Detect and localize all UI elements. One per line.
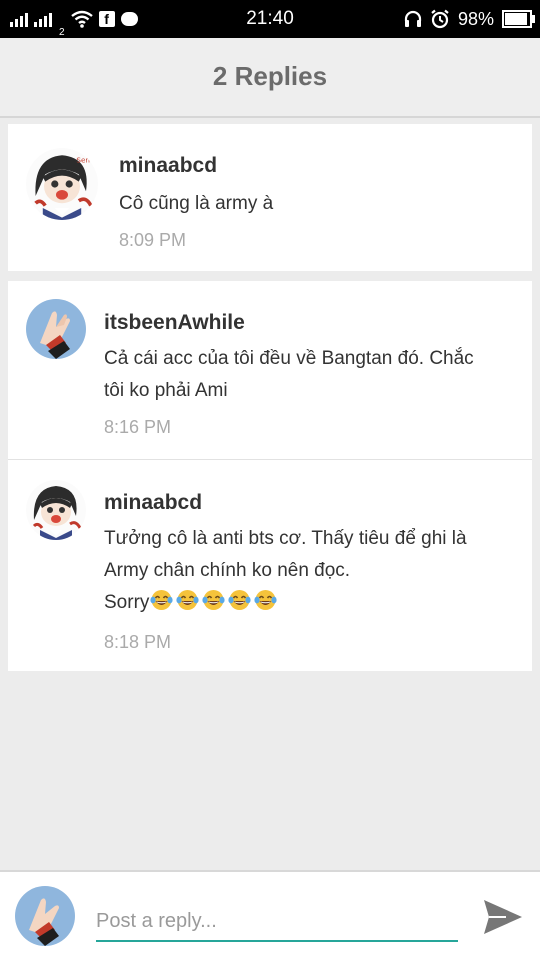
avatar[interactable]: Sen: [26, 148, 98, 220]
hands-avatar-icon: [15, 886, 75, 946]
reply-text-line: Cả cái acc của tôi đều về Bangtan đó. Ch…: [104, 348, 474, 369]
username[interactable]: minaabcd: [104, 491, 202, 515]
avatar[interactable]: [26, 299, 86, 359]
tears-of-joy-emoji: [228, 590, 252, 610]
reply-text-line-with-emoji: Sorry: [104, 587, 279, 623]
tears-of-joy-emoji: [254, 590, 278, 610]
headset-icon: [404, 10, 422, 27]
reply-text-line: Tưởng cô là anti bts cơ. Thấy tiêu để gh…: [104, 528, 467, 549]
timestamp: 8:09 PM: [119, 230, 187, 250]
tears-of-joy-emoji: [202, 590, 226, 610]
list-item: itsbeenAwhile Cả cái acc của tôi đều về …: [8, 281, 532, 459]
battery-icon: [502, 10, 535, 28]
tears-of-joy-emoji-row: [149, 588, 279, 623]
page-title: 2 Replies: [0, 38, 540, 118]
username[interactable]: minaabcd: [119, 154, 217, 178]
username[interactable]: itsbeenAwhile: [104, 311, 245, 335]
tears-of-joy-emoji: [150, 590, 174, 610]
anime-girl-avatar-icon: Sen: [26, 148, 98, 220]
reply-text-line: Army chân chính ko nên đọc.: [104, 560, 351, 581]
reply-input[interactable]: [96, 902, 458, 942]
battery-percent: 98%: [457, 8, 494, 29]
parent-comment-card: Sen minaabcd Cô cũng là army à 8:09 PM: [8, 124, 532, 271]
tears-of-joy-emoji: [176, 590, 200, 610]
list-item: minaabcd Tưởng cô là anti bts cơ. Thấy t…: [8, 460, 532, 671]
svg-text:Sen: Sen: [76, 155, 90, 164]
replies-card: itsbeenAwhile Cả cái acc của tôi đều về …: [8, 281, 532, 671]
alarm-icon: [431, 9, 449, 29]
avatar[interactable]: [26, 480, 86, 540]
hands-avatar-icon: [26, 299, 86, 359]
timestamp: 8:16 PM: [104, 417, 172, 437]
anime-girl-avatar-icon: [26, 480, 86, 540]
status-bar: 2 f 21:40 98%: [0, 0, 540, 38]
timestamp: 8:18 PM: [104, 632, 172, 652]
send-icon[interactable]: [480, 894, 526, 940]
reply-composer: [0, 870, 540, 962]
comment-text: Cô cũng là army à: [119, 193, 274, 214]
reply-text-line: tôi ko phải Ami: [104, 380, 228, 401]
reply-text-fragment: Sorry: [104, 592, 150, 613]
avatar: [15, 886, 75, 946]
